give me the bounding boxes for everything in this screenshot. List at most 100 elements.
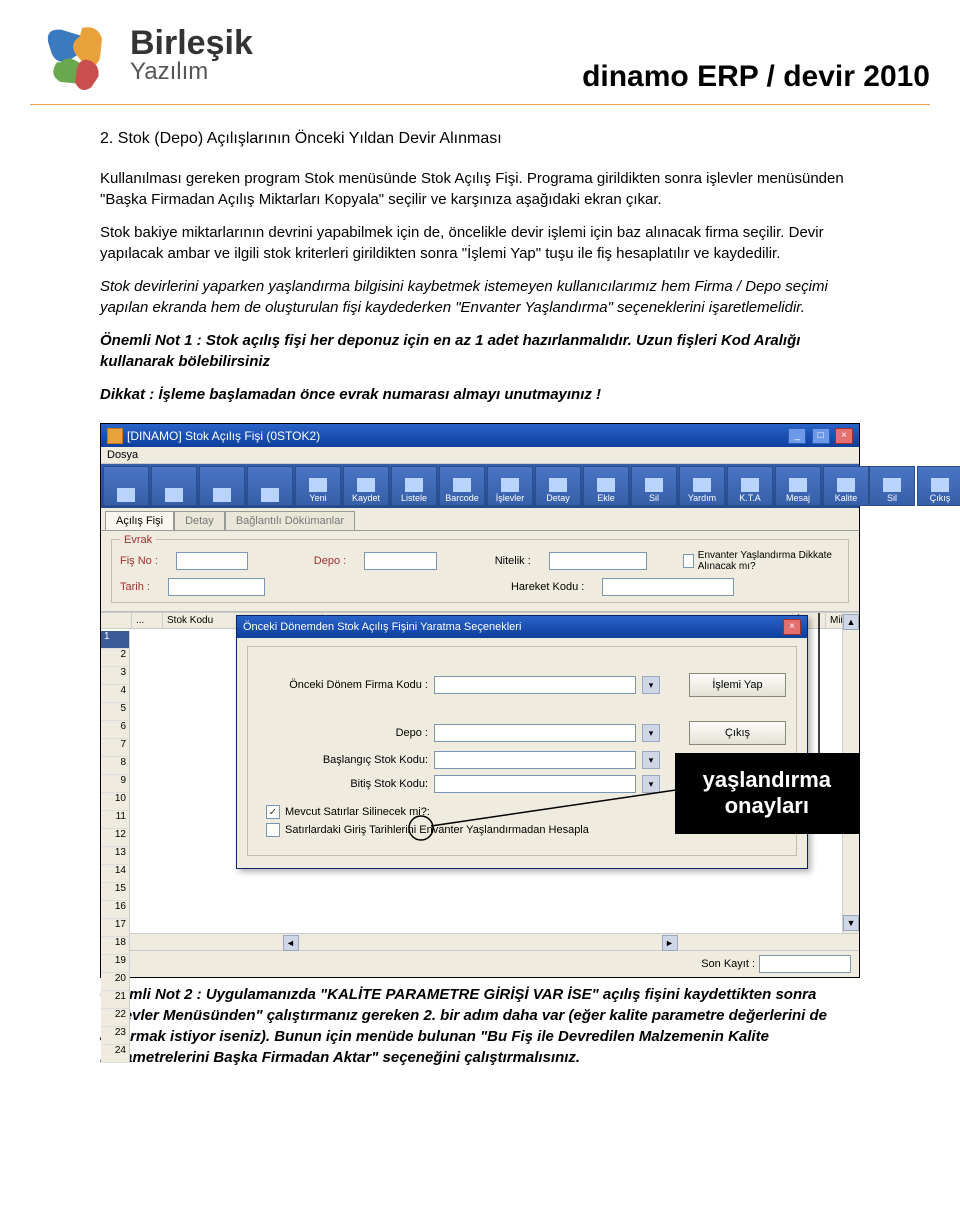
tab-baglantili[interactable]: Bağlantılı Dökümanlar <box>225 511 355 530</box>
envanter-checkbox-group[interactable]: Envanter Yaşlandırma Dikkate Alınacak mı… <box>683 550 840 572</box>
doc-title: dinamo ERP / devir 2010 <box>582 60 930 100</box>
scrollbar-horizontal[interactable]: ◄ ► <box>101 933 859 950</box>
tool-kaydet[interactable]: Kaydet <box>343 466 389 506</box>
callout-line2: onayları <box>703 793 831 819</box>
tool-cikis-right[interactable]: Çıkış <box>917 466 960 506</box>
input-dlg-depo[interactable] <box>434 724 636 742</box>
checkbox-checked-icon[interactable]: ✓ <box>266 805 280 819</box>
dropdown-icon[interactable]: ▾ <box>642 751 660 769</box>
grid-row-number: 8 <box>101 757 130 775</box>
tool-listele[interactable]: Listele <box>391 466 437 506</box>
close-icon[interactable]: × <box>835 428 853 444</box>
toolbar: Yeni Kaydet Listele Barcode İşlevler Det… <box>101 464 859 508</box>
tool-yeni[interactable]: Yeni <box>295 466 341 506</box>
grid-row-number: 5 <box>101 703 130 721</box>
grid-row-number: 9 <box>101 775 130 793</box>
toolbar-left: Yeni Kaydet Listele Barcode İşlevler Det… <box>103 466 869 506</box>
section-heading: 2. Stok (Depo) Açılışlarının Önceki Yıld… <box>100 130 860 148</box>
lbl-bit-stok: Bitiş Stok Kodu: <box>258 778 428 790</box>
tool-step-prev[interactable] <box>151 466 197 506</box>
dropdown-icon[interactable]: ▾ <box>642 676 660 694</box>
tool-step-last[interactable] <box>247 466 293 506</box>
grid-row-number: 23 <box>101 1027 130 1045</box>
grid-row-number: 21 <box>101 991 130 1009</box>
note-2: Önemli Not 2 : Uygulamanızda "KALİTE PAR… <box>100 984 860 1068</box>
lbl-dlg-depo: Depo : <box>258 727 428 739</box>
grid-dots-col: ... <box>132 613 163 628</box>
grid-row-number: 24 <box>101 1045 130 1063</box>
grid-row-number: 22 <box>101 1009 130 1027</box>
logo: Birleşik Yazılım <box>30 10 253 100</box>
paragraph-1: Kullanılması gereken program Stok menüsü… <box>100 168 860 210</box>
input-tarih[interactable] <box>168 578 265 596</box>
company-name-1: Birleşik <box>130 26 253 60</box>
grid-row-number: 2 <box>101 649 130 667</box>
maximize-icon[interactable]: □ <box>812 428 830 444</box>
tool-step-next[interactable] <box>199 466 245 506</box>
grid-row-number: 12 <box>101 829 130 847</box>
scroll-down-icon[interactable]: ▼ <box>843 915 859 931</box>
callout-box: yaşlandırma onayları <box>675 753 859 834</box>
grid-row-number: 11 <box>101 811 130 829</box>
scroll-left-icon[interactable]: ◄ <box>283 935 299 951</box>
lbl-envanter: Envanter Yaşlandırma Dikkate Alınacak mı… <box>698 550 840 572</box>
tool-islevler[interactable]: İşlevler <box>487 466 533 506</box>
input-nitelik[interactable] <box>549 552 647 570</box>
fieldset-legend: Evrak <box>120 534 156 546</box>
grid-row-number: 7 <box>101 739 130 757</box>
input-hareket[interactable] <box>602 578 734 596</box>
grid-row-number: 13 <box>101 847 130 865</box>
app-titlebar: [DINAMO] Stok Açılış Fişi (0STOK2) _ □ × <box>101 424 859 447</box>
grid-row-number: 16 <box>101 901 130 919</box>
minimize-icon[interactable]: _ <box>788 428 806 444</box>
envanter-checkbox[interactable] <box>683 554 694 568</box>
lbl-depo: Depo : <box>314 555 346 567</box>
tool-step-first[interactable] <box>103 466 149 506</box>
dropdown-icon[interactable]: ▾ <box>642 775 660 793</box>
lbl-sonkayit: Son Kayıt : <box>701 958 755 970</box>
tool-sil[interactable]: Sil <box>631 466 677 506</box>
grid-row-number: 19 <box>101 955 130 973</box>
company-name-2: Yazılım <box>130 60 253 84</box>
grid-row-number: 10 <box>101 793 130 811</box>
input-sonkayit[interactable] <box>759 955 851 973</box>
menubar[interactable]: Dosya <box>101 447 859 464</box>
input-bit-stok[interactable] <box>434 775 636 793</box>
form-panel: Evrak Fiş No : Depo : Nitelik : Envanter… <box>101 531 859 612</box>
tool-yardim[interactable]: Yardım <box>679 466 725 506</box>
dikkat-note: Dikkat : İşleme başlamadan önce evrak nu… <box>100 384 860 405</box>
lbl-firma-kodu: Önceki Dönem Firma Kodu : <box>258 679 428 691</box>
tab-acilis-fisi[interactable]: Açılış Fişi <box>105 511 174 530</box>
grid-row-number: 4 <box>101 685 130 703</box>
tool-sil-right[interactable]: Sil <box>869 466 915 506</box>
grid-row-number: 6 <box>101 721 130 739</box>
page-header: Birleşik Yazılım dinamo ERP / devir 2010 <box>30 10 930 105</box>
tool-mesaj[interactable]: Mesaj <box>775 466 821 506</box>
company-logo-icon <box>30 10 120 100</box>
tool-barcode[interactable]: Barcode <box>439 466 485 506</box>
scroll-up-icon[interactable]: ▲ <box>843 614 859 630</box>
paragraph-2: Stok bakiye miktarlarının devrini yapabi… <box>100 222 860 264</box>
tabs: Açılış FişiDetayBağlantılı Dökümanlar <box>101 508 859 531</box>
input-depo[interactable] <box>364 552 436 570</box>
input-bas-stok[interactable] <box>434 751 636 769</box>
lbl-nitelik: Nitelik : <box>495 555 531 567</box>
grid-row-number: 15 <box>101 883 130 901</box>
input-fisno[interactable] <box>176 552 248 570</box>
scroll-right-icon[interactable]: ► <box>662 935 678 951</box>
tool-kalite[interactable]: Kalite <box>823 466 869 506</box>
tool-kta[interactable]: K.T.A <box>727 466 773 506</box>
grid-row-number: 14 <box>101 865 130 883</box>
dialog-title-text: Önceki Dönemden Stok Açılış Fişini Yarat… <box>243 621 521 633</box>
note-1: Önemli Not 1 : Stok açılış fişi her depo… <box>100 330 860 372</box>
dialog-close-icon[interactable]: × <box>783 619 801 635</box>
checkbox-icon[interactable] <box>266 823 280 837</box>
tab-detay[interactable]: Detay <box>174 511 225 530</box>
input-firma-kodu[interactable] <box>434 676 636 694</box>
grid-row-number: 3 <box>101 667 130 685</box>
tool-detay[interactable]: Detay <box>535 466 581 506</box>
btn-cikis[interactable]: Çıkış <box>689 721 786 745</box>
tool-ekle[interactable]: Ekle <box>583 466 629 506</box>
btn-islemi-yap[interactable]: İşlemi Yap <box>689 673 786 697</box>
dropdown-icon[interactable]: ▾ <box>642 724 660 742</box>
